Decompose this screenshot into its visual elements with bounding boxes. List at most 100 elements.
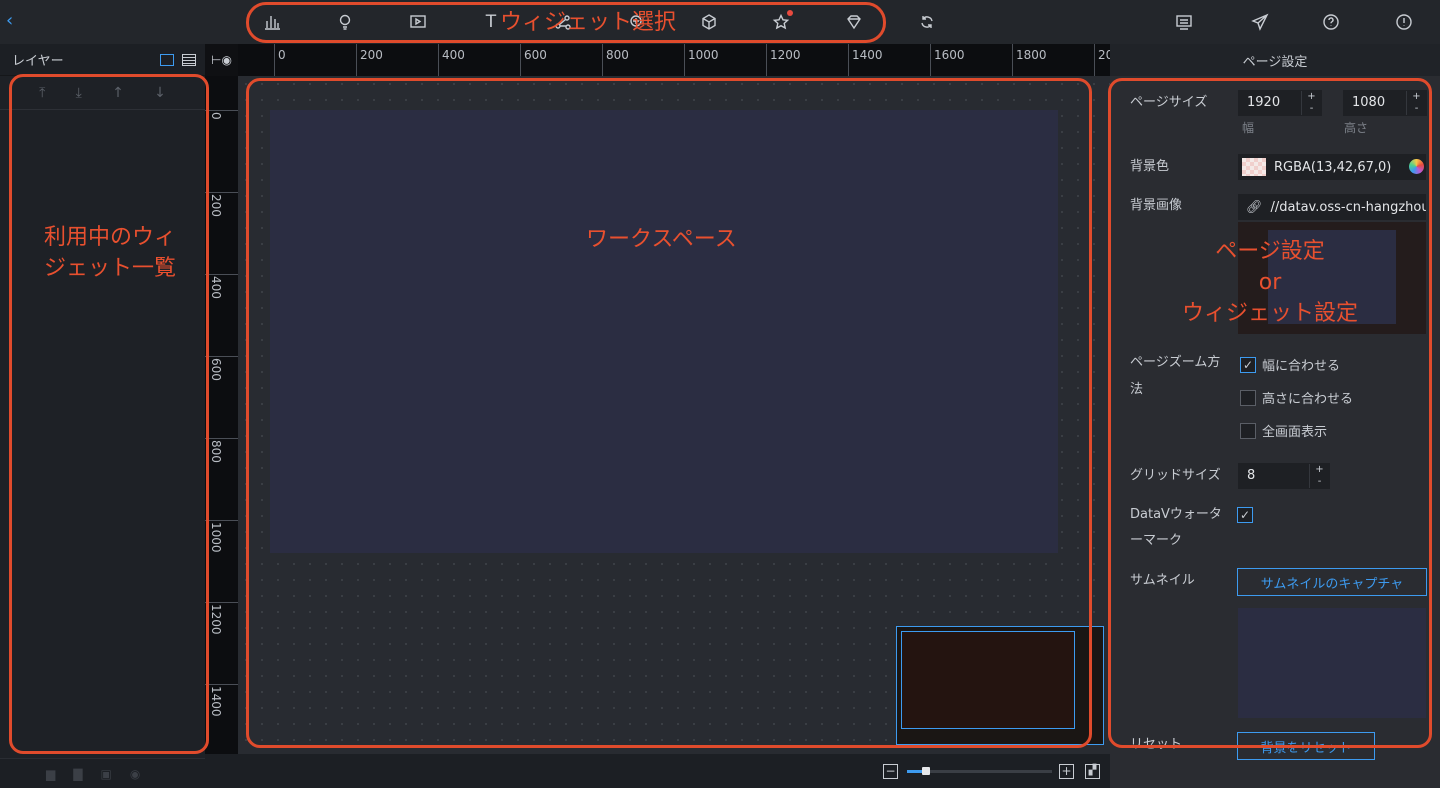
zoom-bar: − + ▞ — [205, 754, 1110, 788]
increment-icon[interactable]: + — [1407, 91, 1426, 103]
bg-image-url-input[interactable]: 🔗︎ //datav.oss-cn-hangzhou. — [1238, 194, 1426, 220]
bg-color-label: 背景色 — [1130, 159, 1170, 174]
color-picker-icon[interactable] — [1409, 159, 1424, 174]
layer-footer-tools: ▆ ▇ ▣ ◉ — [0, 758, 205, 788]
layer-panel-title: レイヤー — [12, 54, 64, 69]
move-to-bottom-icon[interactable]: ⤓ — [76, 85, 82, 101]
decrement-icon[interactable]: - — [1302, 103, 1321, 115]
zoom-option-fit-height[interactable]: 高さに合わせる — [1240, 388, 1353, 407]
delete-icon[interactable]: ▇ — [73, 767, 82, 781]
grid-size-value: 8 — [1247, 468, 1256, 483]
ruler-label: 200 — [360, 48, 383, 62]
decrement-icon[interactable]: - — [1310, 476, 1329, 488]
page-width-input[interactable]: 1920 + - — [1238, 90, 1322, 116]
info-icon[interactable] — [1390, 8, 1418, 36]
ruler-tick — [1012, 44, 1013, 76]
preview-icon[interactable] — [1170, 8, 1198, 36]
thumbnail-preview — [1238, 608, 1426, 718]
lock-icon[interactable]: ▣ — [100, 767, 111, 781]
hide-icon[interactable]: ◉ — [130, 767, 140, 781]
publish-icon[interactable] — [1246, 8, 1274, 36]
watermark-label: DataVウォータ — [1130, 507, 1222, 522]
refresh-icon[interactable] — [913, 8, 941, 36]
zoom-slider[interactable] — [907, 767, 1052, 775]
checkbox-checked[interactable]: ✓ — [1237, 507, 1253, 523]
page-size-label: ページサイズ — [1130, 95, 1208, 110]
ruler-label: 400 — [209, 276, 223, 299]
page-height-input[interactable]: 1080 + - — [1343, 90, 1427, 116]
eye-icon: ⊢◉ — [211, 53, 232, 67]
page-height-value: 1080 — [1352, 95, 1386, 110]
watermark-toggle[interactable]: ✓ — [1237, 507, 1253, 523]
media-icon[interactable] — [404, 8, 432, 36]
ruler-tick — [766, 44, 767, 76]
zoom-in-button[interactable]: + — [1059, 764, 1074, 779]
capture-thumbnail-button[interactable]: サムネイルのキャプチャ — [1237, 568, 1427, 596]
annotation-widget-list-line2: ジェット一覧 — [43, 256, 176, 281]
folder-icon[interactable]: ▆ — [46, 767, 55, 781]
reset-background-button[interactable]: 背景をリセット — [1237, 732, 1375, 760]
checkbox[interactable] — [1240, 389, 1256, 406]
move-up-icon[interactable]: ↑ — [112, 85, 124, 101]
ruler-label: 1400 — [852, 48, 883, 62]
favorite-star-icon[interactable] — [767, 8, 795, 36]
zoom-out-button[interactable]: − — [883, 764, 898, 779]
reset-label: リセット — [1130, 737, 1183, 752]
fit-screen-icon[interactable]: ▞ — [1085, 764, 1100, 779]
zoom-slider-handle[interactable] — [922, 767, 930, 775]
ruler-tick — [205, 356, 238, 357]
ruler-tick — [356, 44, 357, 76]
zoom-option-fullscreen[interactable]: 全画面表示 — [1240, 421, 1327, 440]
decrement-icon[interactable]: - — [1407, 103, 1426, 115]
move-to-top-icon[interactable]: ⤒ — [39, 85, 45, 101]
map-pin-icon[interactable] — [331, 8, 359, 36]
width-caption: 幅 — [1242, 121, 1255, 135]
chart-icon[interactable] — [258, 8, 286, 36]
minimap[interactable] — [896, 626, 1104, 745]
annotation-settings-line1: ページ設定 — [1215, 239, 1325, 264]
annotation-settings-line3: ウィジェット設定 — [1181, 301, 1358, 326]
minimap-viewport[interactable] — [901, 631, 1075, 729]
color-swatch[interactable] — [1242, 158, 1266, 176]
increment-icon[interactable]: + — [1310, 464, 1329, 476]
bg-color-value: RGBA(13,42,67,0) — [1274, 159, 1392, 175]
zoom-option-fit-width[interactable]: ✓ 幅に合わせる — [1240, 355, 1340, 374]
page-screen[interactable] — [270, 110, 1058, 553]
chevron-left-icon[interactable]: ‹ — [6, 10, 24, 32]
layer-order-tools: ⤒ ⤓ ↑ ↓ — [0, 76, 205, 110]
list-view-icon[interactable] — [182, 54, 196, 66]
ruler-label: 200 — [1098, 48, 1110, 62]
ruler-tick — [930, 44, 931, 76]
help-icon[interactable] — [1317, 8, 1345, 36]
ruler-label: 1000 — [209, 522, 223, 553]
page-width-stepper[interactable]: + - — [1301, 91, 1321, 115]
increment-icon[interactable]: + — [1302, 91, 1321, 103]
ruler-tick — [274, 44, 275, 76]
move-down-icon[interactable]: ↓ — [154, 85, 166, 101]
workspace-canvas[interactable] — [238, 76, 1110, 754]
ruler-label: 1800 — [1016, 48, 1047, 62]
ruler-tick — [1094, 44, 1095, 76]
annotation-widget-select: ウィジェット選択 — [500, 10, 677, 35]
notification-badge — [787, 10, 793, 16]
zoom-option-label: 高さに合わせる — [1262, 392, 1354, 407]
checkbox[interactable] — [1240, 422, 1256, 439]
diamond-icon[interactable] — [840, 8, 868, 36]
ruler-guide-toggle[interactable]: ⊢◉ — [205, 44, 238, 76]
ruler-label: 600 — [524, 48, 547, 62]
zoom-option-label: 全画面表示 — [1262, 425, 1328, 440]
3d-box-icon[interactable] — [695, 8, 723, 36]
ruler-tick — [520, 44, 521, 76]
annotation-widget-list: 利用中のウィ ジェット一覧 — [20, 222, 200, 284]
settings-panel: ページ設定 ページサイズ 1920 + - 1080 + - 幅 高さ 背景色 RG… — [1110, 44, 1440, 788]
link-icon: 🔗︎ — [1246, 199, 1263, 215]
thumbnail-view-icon[interactable] — [160, 54, 174, 66]
grid-size-stepper[interactable]: + - — [1309, 464, 1329, 488]
bg-color-field[interactable]: RGBA(13,42,67,0) — [1238, 154, 1426, 180]
annotation-settings-line2: or — [1258, 270, 1282, 295]
checkbox-checked[interactable]: ✓ — [1240, 356, 1256, 373]
ruler-tick — [205, 684, 238, 685]
grid-size-input[interactable]: 8 + - — [1238, 463, 1330, 489]
page-height-stepper[interactable]: + - — [1406, 91, 1426, 115]
bg-image-label: 背景画像 — [1130, 198, 1183, 213]
